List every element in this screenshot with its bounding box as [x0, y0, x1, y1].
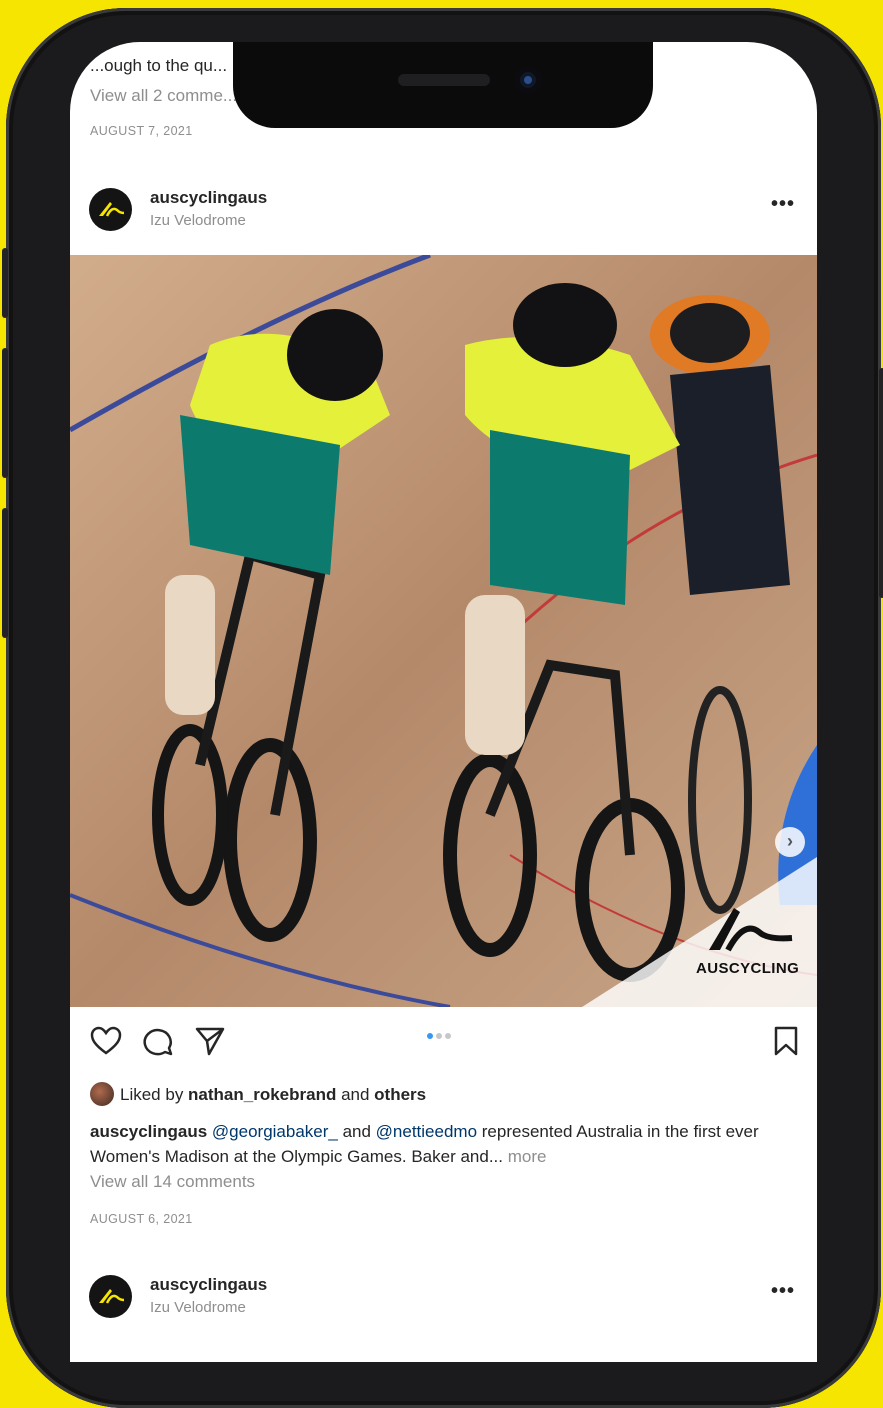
auscycling-logo-icon	[709, 908, 793, 952]
liked-by-others[interactable]: others	[374, 1085, 426, 1104]
post-header: auscyclingaus Izu Velodrome •••	[70, 185, 817, 255]
carousel-dot-active	[427, 1033, 433, 1039]
auscycling-watermark: AUSCYCLING	[582, 857, 817, 1007]
previous-post-date: AUGUST 7, 2021	[90, 124, 193, 138]
post-username[interactable]: auscyclingaus	[150, 188, 267, 208]
view-all-comments-link[interactable]: View all 14 comments	[90, 1172, 255, 1192]
caption-more-link[interactable]: more	[508, 1147, 547, 1166]
liked-by-avatar	[90, 1082, 114, 1106]
post-username[interactable]: auscyclingaus	[150, 1275, 267, 1295]
liked-by-user[interactable]: nathan_rokebrand	[188, 1085, 336, 1104]
carousel-dot	[445, 1033, 451, 1039]
phone-side-button	[2, 248, 8, 318]
earpiece-speaker	[398, 74, 490, 86]
auscycling-logo-icon	[99, 202, 125, 217]
carousel-dot	[436, 1033, 442, 1039]
instagram-feed-screen[interactable]: ...ough to the qu... View all 2 comme...…	[70, 42, 817, 1362]
liked-by-prefix: Liked by	[120, 1085, 189, 1104]
bookmark-icon[interactable]	[773, 1026, 799, 1056]
liked-by-row[interactable]: Liked by nathan_rokebrand and others	[90, 1082, 426, 1106]
post-location[interactable]: Izu Velodrome	[150, 212, 246, 229]
post-caption: auscyclingaus @georgiabaker_ and @nettie…	[90, 1119, 800, 1169]
carousel-indicator	[427, 1026, 454, 1044]
more-options-button[interactable]: •••	[771, 193, 795, 216]
avatar[interactable]	[89, 188, 132, 231]
post-action-bar	[70, 1022, 817, 1066]
post-image[interactable]: › AUSCYCLING	[70, 255, 817, 1007]
caption-joiner: and	[337, 1122, 376, 1141]
chevron-right-icon: ›	[787, 831, 793, 851]
heart-icon[interactable]	[90, 1026, 122, 1056]
phone-side-button	[2, 348, 8, 478]
next-post-header: auscyclingaus Izu Velodrome •••	[70, 1272, 817, 1342]
phone-side-button	[879, 368, 883, 598]
front-camera-icon	[515, 67, 541, 93]
post-date: AUGUST 6, 2021	[90, 1212, 193, 1226]
post-location[interactable]: Izu Velodrome	[150, 1299, 246, 1316]
carousel-next-button[interactable]: ›	[775, 827, 805, 857]
caption-mention[interactable]: @georgiabaker_	[212, 1122, 338, 1141]
liked-by-joiner: and	[336, 1085, 375, 1104]
comment-icon[interactable]	[142, 1026, 174, 1056]
previous-post-view-comments-link[interactable]: View all 2 comme...	[90, 86, 237, 106]
phone-side-button	[2, 508, 8, 638]
more-options-button[interactable]: •••	[771, 1280, 795, 1303]
phone-notch	[233, 42, 653, 128]
auscycling-logo-icon	[99, 1289, 125, 1304]
paper-plane-icon[interactable]	[194, 1026, 226, 1056]
caption-mention[interactable]: @nettieedmo	[376, 1122, 477, 1141]
avatar[interactable]	[89, 1275, 132, 1318]
auscycling-logo-text: AUSCYCLING	[696, 960, 800, 977]
caption-username[interactable]: auscyclingaus	[90, 1122, 207, 1141]
previous-post-caption: ...ough to the qu...	[90, 56, 228, 75]
